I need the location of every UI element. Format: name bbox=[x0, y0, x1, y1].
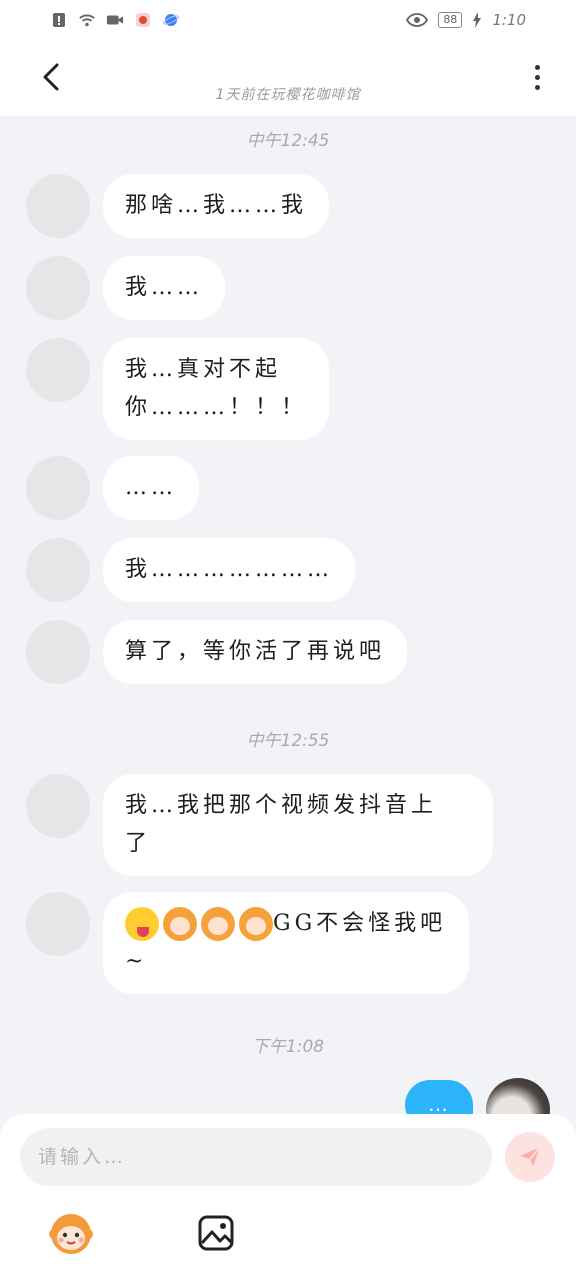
status-bar-right: 88 1:10 bbox=[406, 11, 526, 29]
video-icon bbox=[106, 15, 124, 25]
avatar[interactable] bbox=[26, 256, 90, 320]
message-line: 你………！！！ bbox=[125, 395, 308, 420]
timestamp: 中午12:45 bbox=[246, 131, 330, 151]
message-line: ~ bbox=[125, 949, 148, 974]
send-button[interactable] bbox=[505, 1132, 555, 1182]
avatar[interactable] bbox=[26, 456, 90, 520]
message-bubble[interactable]: 我…… bbox=[103, 256, 226, 320]
image-icon bbox=[198, 1215, 234, 1251]
more-vertical-icon bbox=[534, 64, 540, 70]
message-composer bbox=[0, 1114, 576, 1280]
eye-icon bbox=[406, 13, 429, 27]
avatar[interactable] bbox=[26, 892, 90, 956]
image-button[interactable] bbox=[193, 1210, 239, 1256]
message-line: GG不会怪我吧 bbox=[125, 905, 447, 943]
message-line: 了 bbox=[125, 831, 152, 856]
message-bubble[interactable]: 我………………… bbox=[103, 538, 356, 602]
more-button[interactable] bbox=[524, 60, 550, 94]
winking-tongue-emoji bbox=[125, 907, 159, 941]
monkey-sticker-icon bbox=[49, 1214, 93, 1254]
message-bubble[interactable]: GG不会怪我吧 ~ bbox=[103, 892, 469, 994]
sticker-button[interactable] bbox=[48, 1210, 94, 1256]
avatar[interactable] bbox=[26, 174, 90, 238]
message-line: 我…我把那个视频发抖音上 bbox=[125, 793, 438, 818]
timestamp: 下午1:08 bbox=[251, 1037, 325, 1057]
message-line: 我…真对不起 bbox=[125, 357, 282, 382]
message-bubble[interactable]: 我…我把那个视频发抖音上 了 bbox=[103, 774, 493, 876]
timestamp: 中午12:55 bbox=[246, 731, 330, 751]
message-bubble[interactable]: 我…真对不起 你………！！！ bbox=[103, 338, 330, 440]
status-bar: 88 1:10 bbox=[0, 0, 576, 40]
wifi-icon bbox=[79, 14, 95, 27]
message-input[interactable] bbox=[20, 1128, 492, 1186]
message-bubble[interactable]: 算了，等你活了再说吧 bbox=[103, 620, 408, 684]
message-bubble[interactable]: 那啥…我……我 bbox=[103, 174, 330, 238]
app-badge-icon bbox=[136, 13, 150, 27]
avatar[interactable] bbox=[26, 538, 90, 602]
send-icon bbox=[520, 1146, 541, 1167]
emoji-group bbox=[125, 907, 273, 941]
online-status-subtitle: 1天前在玩樱花咖啡馆 bbox=[215, 87, 361, 103]
status-time: 1:10 bbox=[492, 11, 526, 29]
planet-icon bbox=[163, 14, 179, 26]
monkey-emoji bbox=[239, 907, 273, 941]
avatar[interactable] bbox=[26, 774, 90, 838]
message-bubble[interactable]: …… bbox=[103, 456, 199, 520]
avatar[interactable] bbox=[26, 338, 90, 402]
monkey-emoji bbox=[163, 907, 197, 941]
chat-header: 1天前在玩樱花咖啡馆 bbox=[0, 40, 576, 116]
charging-icon bbox=[473, 12, 482, 28]
battery-icon: 88 bbox=[438, 12, 463, 28]
monkey-emoji bbox=[201, 907, 235, 941]
avatar[interactable] bbox=[26, 620, 90, 684]
alert-icon bbox=[53, 13, 65, 27]
chat-message-list[interactable]: 中午12:45 那啥…我……我 我…… 我…真对不起 你………！！！ …… 我…… bbox=[0, 116, 576, 1142]
status-bar-left bbox=[50, 12, 180, 28]
message-text: GG不会怪我吧 bbox=[273, 911, 447, 936]
